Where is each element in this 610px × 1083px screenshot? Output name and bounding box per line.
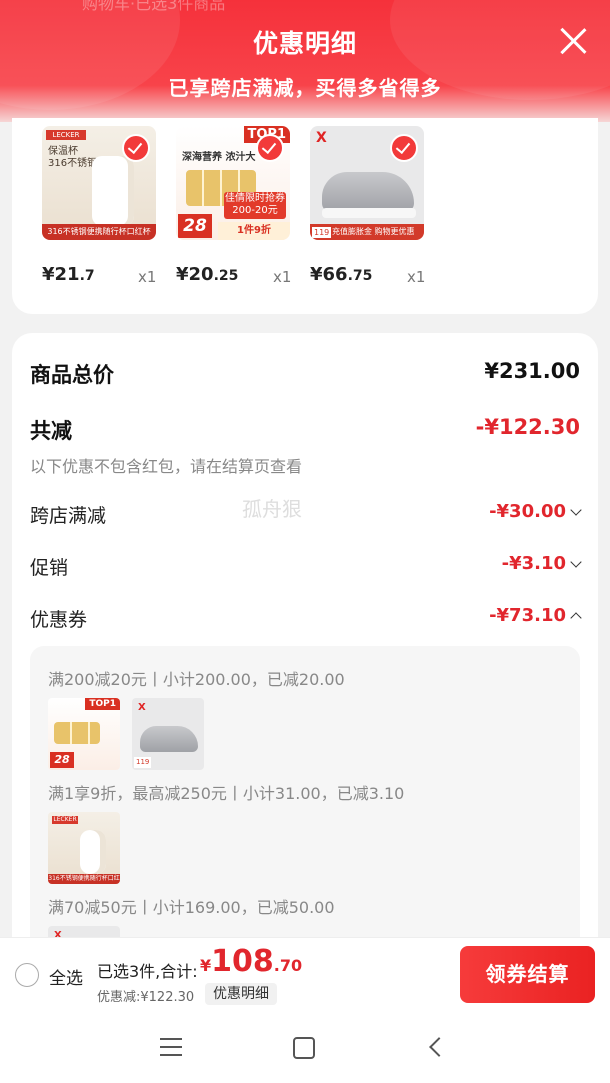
product-thumbnail: LECKER 保温杯 316不锈钢内胆 316不锈钢便携随行杯口红杯 bbox=[42, 126, 156, 240]
discount-note: 以下优惠不包含红包，请在结算页查看 bbox=[30, 457, 303, 476]
watermark: 孤舟狠 bbox=[242, 497, 302, 521]
cans-image bbox=[54, 722, 100, 744]
promotion-label: 促销 bbox=[30, 557, 69, 579]
discount-total-label: 共减 bbox=[30, 419, 72, 443]
price-number: 28 bbox=[50, 752, 74, 768]
discount-summary-card: 商品总价 ¥231.00 共减 -¥122.30 以下优惠不包含红包，请在结算页… bbox=[12, 333, 598, 998]
menu-icon[interactable] bbox=[160, 1038, 182, 1056]
brand-logo: LECKER bbox=[46, 130, 86, 140]
selected-summary: 已选3件,合计: bbox=[97, 962, 198, 981]
promotion-value: -¥3.10 bbox=[502, 553, 582, 574]
total-price-value: ¥231.00 bbox=[484, 359, 580, 383]
cross-store-value: -¥30.00 bbox=[489, 501, 582, 522]
product-thumbnail: X 充值膨胀金 购物更优惠 119 bbox=[310, 126, 424, 240]
price-tag: 119 bbox=[134, 757, 152, 768]
product-item[interactable]: X 充值膨胀金 购物更优惠 119 bbox=[310, 126, 424, 240]
coupon-line: 满200减20元丨小计200.00，已减20.00 bbox=[48, 670, 345, 689]
background-cart-text: 购物车·已选3件商品 bbox=[82, 0, 226, 13]
coupon-line: 满1享9折，最高减250元丨小计31.00，已减3.10 bbox=[48, 784, 405, 803]
cup-image bbox=[92, 156, 134, 226]
chevron-down-icon bbox=[570, 504, 582, 516]
brand-logo: X bbox=[138, 702, 146, 713]
savings-text: 优惠减:¥122.30 bbox=[97, 990, 195, 1005]
select-all-radio[interactable] bbox=[15, 963, 39, 987]
shoe-sole bbox=[322, 208, 416, 218]
product-item[interactable]: LECKER 保温杯 316不锈钢内胆 316不锈钢便携随行杯口红杯 bbox=[42, 126, 156, 240]
select-all-label[interactable]: 全选 bbox=[49, 964, 83, 989]
page-subtitle: 已享跨店满减，买得多省得多 bbox=[168, 76, 442, 100]
price-tag: 119 bbox=[312, 227, 332, 238]
coupon-line: 满70减50元丨小计169.00，已减50.00 bbox=[48, 898, 335, 917]
selected-check-icon[interactable] bbox=[122, 134, 150, 162]
selected-products-card: LECKER 保温杯 316不锈钢内胆 316不锈钢便携随行杯口红杯 TOP1 … bbox=[12, 118, 598, 314]
discount-detail-button[interactable]: 优惠明细 bbox=[205, 983, 277, 1005]
chevron-down-icon bbox=[570, 556, 582, 568]
product-price: ¥21.7 bbox=[42, 264, 95, 285]
back-icon[interactable] bbox=[429, 1037, 449, 1057]
chevron-up-icon bbox=[570, 612, 582, 624]
coupon-label: 优惠券 bbox=[30, 609, 88, 631]
product-band: 316不锈钢便携随行杯口红杯 bbox=[42, 224, 156, 240]
promo-tag: 佳倩限时抢券 200-20元 bbox=[224, 192, 286, 219]
product-qty: x1 bbox=[407, 268, 426, 286]
total-amount: ¥108.70 bbox=[200, 944, 303, 979]
top-badge: TOP1 bbox=[85, 698, 120, 710]
product-thumbnail: TOP1 深海营养 浓汁大 佳倩限时抢券 200-20元 28 1件9折 bbox=[176, 126, 290, 240]
coupon-value: -¥73.10 bbox=[489, 605, 582, 626]
product-price: ¥20.25 bbox=[176, 264, 239, 285]
home-icon[interactable] bbox=[293, 1037, 315, 1059]
close-icon[interactable] bbox=[558, 26, 588, 56]
total-price-label: 商品总价 bbox=[30, 363, 114, 387]
system-nav-bar bbox=[0, 1012, 610, 1083]
price-number: 28 bbox=[178, 214, 212, 238]
checkout-button[interactable]: 领券结算 bbox=[460, 946, 595, 1003]
product-item[interactable]: TOP1 深海营养 浓汁大 佳倩限时抢券 200-20元 28 1件9折 bbox=[176, 126, 290, 240]
deal-tag: 1件9折 bbox=[218, 222, 290, 240]
discount-total-value: -¥122.30 bbox=[475, 415, 580, 439]
cross-store-label: 跨店满减 bbox=[30, 505, 107, 527]
cup-image bbox=[80, 830, 106, 874]
coupon-product-thumbnail: TOP1 28 bbox=[48, 698, 120, 770]
discount-detail-header: 购物车·已选3件商品 优惠明细 已享跨店满减，买得多省得多 bbox=[0, 0, 610, 122]
selected-check-icon[interactable] bbox=[390, 134, 418, 162]
coupon-detail-panel: 满200减20元丨小计200.00，已减20.00 TOP1 28 X 119 … bbox=[30, 646, 580, 998]
product-qty: x1 bbox=[273, 268, 292, 286]
product-headline: 深海营养 浓汁大 bbox=[182, 152, 256, 163]
product-qty: x1 bbox=[138, 268, 157, 286]
page-title: 优惠明细 bbox=[252, 29, 357, 58]
shoe-image bbox=[140, 726, 198, 752]
coupon-product-thumbnail: LECKER 316不锈钢便携随行杯口红杯 bbox=[48, 812, 120, 884]
shoe-image bbox=[322, 172, 414, 212]
product-price: ¥66.75 bbox=[310, 264, 373, 285]
checkout-bar: 全选 已选3件,合计: ¥108.70 优惠减:¥122.30 优惠明细 领券结… bbox=[0, 938, 610, 1012]
selected-check-icon[interactable] bbox=[256, 134, 284, 162]
brand-logo: LECKER bbox=[52, 816, 78, 824]
product-band: 316不锈钢便携随行杯口红杯 bbox=[48, 874, 120, 884]
coupon-product-thumbnail: X 119 bbox=[132, 698, 204, 770]
brand-logo: X bbox=[316, 130, 327, 146]
